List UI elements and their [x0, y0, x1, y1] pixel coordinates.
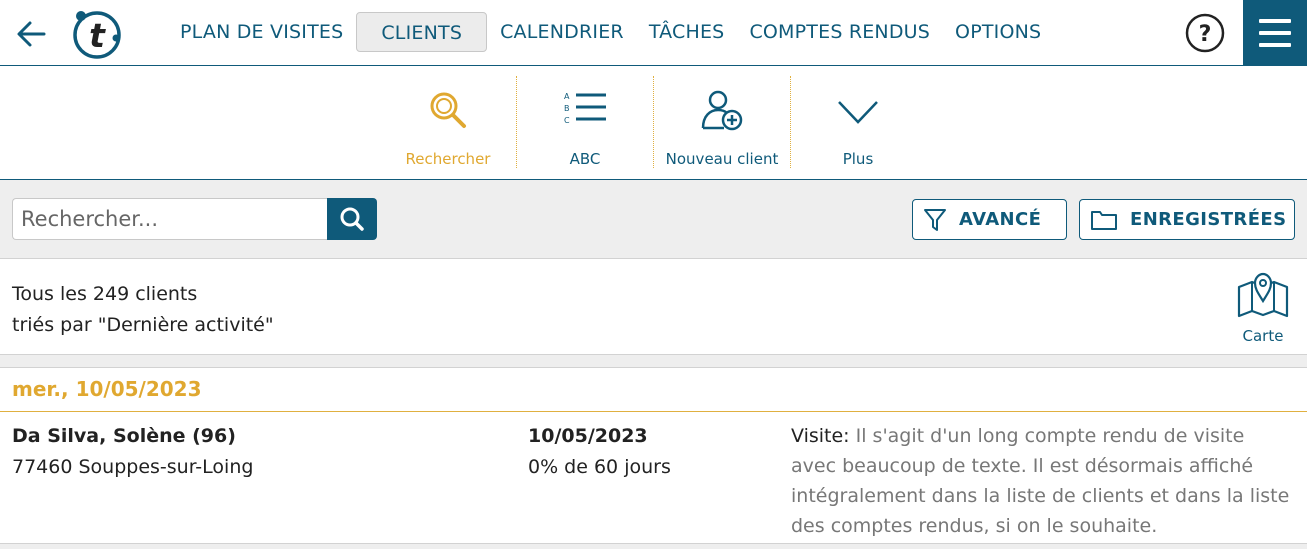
app-logo: t: [73, 11, 121, 59]
toolbar-new-client-label: Nouveau client: [665, 150, 779, 168]
sort-order: triés par "Dernière activité": [12, 314, 274, 336]
advanced-filter-button[interactable]: AVANCÉ: [912, 199, 1067, 240]
visit-progress: 0% de 60 jours: [528, 456, 671, 478]
magnifier-icon: [430, 92, 466, 128]
add-user-icon: [701, 90, 743, 131]
toolbar-more-label: Plus: [842, 150, 874, 168]
summary-text: Tous les 249 clients triés par "Dernière…: [12, 279, 274, 341]
help-icon[interactable]: ?: [1185, 13, 1225, 53]
chevron-down-icon: [838, 101, 878, 124]
map-pin-icon: [1237, 272, 1289, 318]
hamburger-icon: [1259, 19, 1291, 23]
search-bar: AVANCÉ ENREGISTRÉES: [0, 180, 1307, 259]
nav-comptes-rendus[interactable]: COMPTES RENDUS: [737, 12, 942, 52]
top-navigation-bar: t PLAN DE VISITES CLIENTS CALENDRIER TÂC…: [0, 0, 1307, 66]
svg-text:C: C: [564, 116, 570, 125]
list-bottom-strip: [0, 544, 1307, 549]
nav-calendrier[interactable]: CALENDRIER: [488, 12, 636, 52]
logo-letter: t: [89, 16, 106, 55]
date-group-header: mer., 10/05/2023: [0, 369, 1307, 412]
client-name: Da Silva, Solène (96): [12, 425, 236, 447]
help-label: ?: [1199, 22, 1212, 47]
svg-text:B: B: [564, 104, 570, 113]
toolbar-search-label: Rechercher: [405, 150, 491, 168]
alphabetical-list-icon: A B C: [564, 92, 606, 125]
results-summary: Tous les 249 clients triés par "Dernière…: [0, 259, 1307, 355]
toolbar-abc-button[interactable]: A B C ABC: [535, 76, 635, 168]
client-activity: 10/05/2023 0% de 60 jours: [528, 421, 671, 483]
nav-plan-de-visites[interactable]: PLAN DE VISITES: [168, 12, 355, 52]
nav-clients[interactable]: CLIENTS: [356, 12, 488, 52]
advanced-filter-label: AVANCÉ: [959, 209, 1042, 230]
search-button[interactable]: [327, 198, 377, 240]
section-gap: [0, 355, 1307, 368]
last-activity-date: 10/05/2023: [528, 425, 648, 447]
arrow-left-icon[interactable]: [14, 16, 50, 52]
client-count: Tous les 249 clients: [12, 283, 198, 305]
toolbar-abc-label: ABC: [569, 150, 601, 168]
client-info: Da Silva, Solène (96) 77460 Souppes-sur-…: [12, 421, 253, 483]
hamburger-menu-button[interactable]: [1243, 0, 1307, 66]
date-group-label: mer., 10/05/2023: [12, 377, 202, 401]
toolbar-new-client-button[interactable]: Nouveau client: [660, 76, 784, 168]
svg-text:A: A: [564, 92, 570, 101]
map-label: Carte: [1242, 327, 1284, 345]
toolbar-divider: [516, 76, 517, 168]
search-input[interactable]: [12, 198, 328, 240]
search-icon: [340, 207, 364, 231]
toolbar-more-button[interactable]: Plus: [808, 76, 908, 168]
toolbar-search-button[interactable]: Rechercher: [398, 76, 498, 168]
nav-taches[interactable]: TÂCHES: [637, 12, 737, 52]
report-text: Il s'agit d'un long compte rendu de visi…: [791, 425, 1290, 537]
nav-options[interactable]: OPTIONS: [943, 12, 1053, 52]
toolbar-divider: [653, 76, 654, 168]
report-type: Visite:: [791, 425, 850, 447]
toolbar-divider: [790, 76, 791, 168]
saved-searches-button[interactable]: ENREGISTRÉES: [1079, 199, 1295, 240]
filter-icon: [924, 208, 946, 231]
folder-icon: [1091, 210, 1117, 230]
saved-searches-label: ENREGISTRÉES: [1130, 209, 1287, 230]
report-preview: Visite: Il s'agit d'un long compte rendu…: [791, 421, 1291, 541]
client-address: 77460 Souppes-sur-Loing: [12, 456, 254, 478]
map-button[interactable]: Carte: [1230, 271, 1296, 345]
main-nav: PLAN DE VISITES CLIENTS CALENDRIER TÂCHE…: [168, 12, 1054, 52]
client-list-item[interactable]: Da Silva, Solène (96) 77460 Souppes-sur-…: [0, 412, 1307, 544]
